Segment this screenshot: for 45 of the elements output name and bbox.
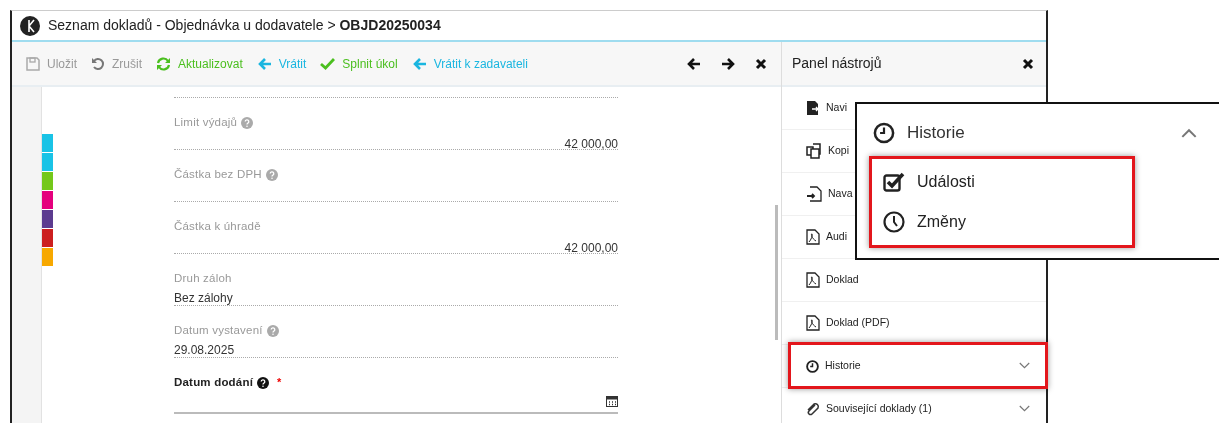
chevron-down-icon[interactable]: [1019, 362, 1030, 370]
pdf-document-icon: [806, 272, 820, 288]
popup-header[interactable]: Historie: [857, 104, 1219, 146]
close-icon[interactable]: [755, 57, 767, 70]
app-logo-icon: [20, 15, 40, 36]
field-value: 29.08.2025: [174, 342, 236, 360]
field-label: Datum dodání: [174, 375, 254, 390]
field-label: Datum vystavení: [174, 323, 263, 338]
field-label: Částka bez DPH: [174, 167, 262, 182]
field-value: 42 000,00: [564, 240, 618, 258]
clock-icon: [806, 359, 819, 373]
field-label: Druh záloh: [174, 271, 232, 286]
scrollbar[interactable]: [775, 205, 778, 340]
pdf-document-icon: [806, 229, 820, 245]
panel-item[interactable]: Související doklady (1): [782, 388, 1046, 423]
calendar-icon[interactable]: [606, 395, 618, 408]
clock-icon: [883, 210, 905, 233]
refresh-icon: [156, 56, 171, 71]
field-label: Limit výdajů: [174, 115, 238, 130]
clock-icon: [873, 121, 895, 144]
copy-icon: [806, 143, 822, 159]
chevron-down-icon[interactable]: [1019, 405, 1030, 413]
document-arrow-icon: [806, 100, 820, 116]
checked-checkbox-icon: [883, 171, 905, 192]
required-asterisk: *: [277, 375, 282, 391]
arrow-left-icon: [256, 56, 272, 71]
field-value: Bez zálohy: [174, 290, 234, 308]
panel-item[interactable]: Doklad (PDF): [782, 302, 1046, 345]
checkmark-icon: [320, 57, 336, 70]
field-label: Částka k úhradě: [174, 219, 261, 234]
panel-item[interactable]: Historie: [782, 345, 1046, 388]
document-import-icon: [806, 186, 822, 202]
panel-title: Panel nástrojů: [792, 54, 882, 73]
window-title: Seznam dokladů - Objednávka u dodavatele > OBJD20250034: [48, 16, 441, 35]
close-icon[interactable]: [1022, 57, 1034, 70]
field-value: 42 000,00: [564, 136, 618, 154]
chevron-up-icon[interactable]: [1181, 127, 1197, 138]
undo-icon: [91, 56, 105, 71]
popup-menu-item[interactable]: Události: [869, 161, 1135, 202]
popup-menu-item[interactable]: Změny: [869, 201, 1135, 242]
arrow-right-icon[interactable]: [721, 56, 735, 71]
arrow-left-icon: [411, 56, 427, 71]
arrow-left-icon[interactable]: [687, 56, 701, 71]
pdf-document-icon: [806, 315, 820, 331]
paperclip-icon: [806, 401, 820, 417]
